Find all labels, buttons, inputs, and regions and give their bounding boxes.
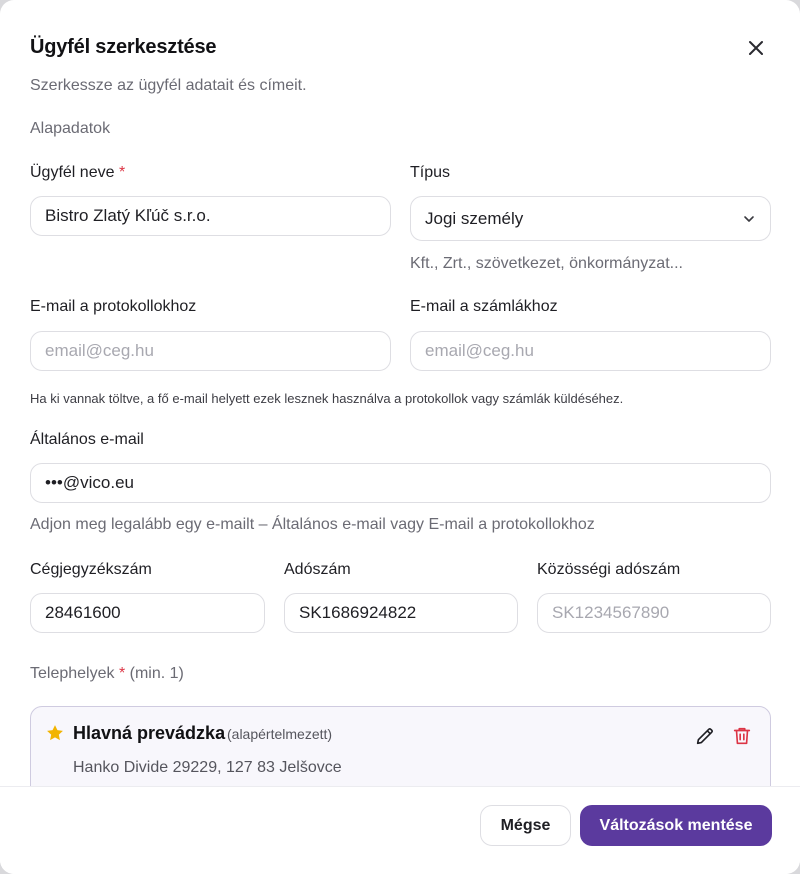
company-reg-input[interactable]: 28461600 [30,593,265,633]
email-invoice-input[interactable]: email@ceg.hu [410,331,771,371]
edit-location-button[interactable] [694,725,716,747]
location-address: Hanko Divide 29229, 127 83 Jelšovce [73,759,342,776]
email-invoice-label: E-mail a számlákhoz [410,298,558,315]
save-changes-button[interactable]: Változások mentése [580,805,772,846]
tax-number-input[interactable]: SK1686924822 [284,593,518,633]
dialog-subtitle: Szerkessze az ügyfél adatait és címeit. [30,77,307,94]
chevron-down-icon [744,215,754,222]
general-email-label: Általános e-mail [30,431,144,448]
email-protocol-input[interactable]: email@ceg.hu [30,331,391,371]
section-basics-label: Alapadatok [30,120,111,137]
email-usage-hint: Ha ki vannak töltve, a fő e-mail helyett… [30,391,624,406]
close-icon [749,41,763,55]
general-email-input[interactable]: •••@vico.eu [30,463,771,503]
type-select[interactable]: Jogi személy [410,196,771,241]
tax-number-label: Adószám [284,561,351,578]
required-mark: * [118,665,126,682]
delete-location-button[interactable] [731,725,753,747]
eu-tax-number-label: Közösségi adószám [537,561,681,578]
eu-tax-number-input[interactable]: SK1234567890 [537,593,771,633]
cancel-button[interactable]: Mégse [480,805,571,846]
location-name: Hlavná prevádzka [73,723,226,743]
edit-client-dialog: Ügyfél szerkesztése Szerkessze az ügyfél… [0,0,800,874]
dialog-header: Ügyfél szerkesztése Szerkessze az ügyfél… [30,34,770,94]
company-reg-label: Cégjegyzékszám [30,561,152,578]
general-email-hint: Adjon meg legalább egy e-mailt – Általán… [30,516,595,533]
star-icon [47,725,63,741]
type-hint: Kft., Zrt., szövetkezet, önkormányzat... [410,255,683,272]
required-mark: * [118,164,126,181]
dialog-title: Ügyfél szerkesztése [30,36,217,58]
close-button[interactable] [742,34,770,62]
locations-label: Telephelyek * (min. 1) [30,665,184,682]
trash-icon [733,727,751,745]
dialog-footer: Mégse Változások mentése [0,786,800,874]
client-name-input[interactable]: Bistro Zlatý Kľúč s.r.o. [30,196,391,236]
email-protocol-label: E-mail a protokollokhoz [30,298,197,315]
client-name-label: Ügyfél neve * [30,164,126,181]
type-label: Típus [410,164,451,181]
default-tag: (alapértelmezett) [227,726,333,742]
pencil-icon [696,728,713,745]
